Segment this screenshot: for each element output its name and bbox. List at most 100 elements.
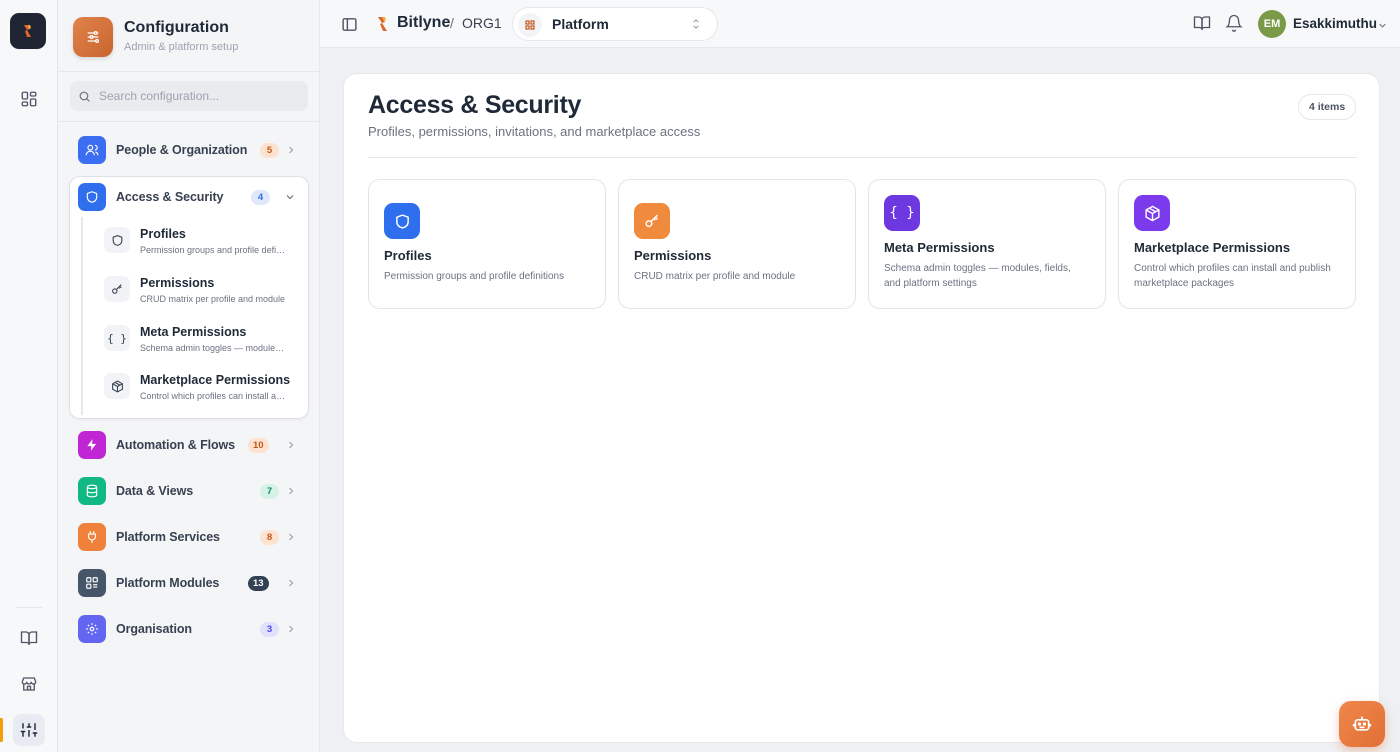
main-content: Access & Security Profiles, permissions,…: [343, 73, 1380, 743]
panel-divider: [58, 121, 320, 122]
assistant-bot-button[interactable]: [1339, 701, 1385, 747]
brand-name[interactable]: Bitlyne: [397, 14, 450, 32]
sliders-icon: [20, 723, 38, 737]
rail-divider: [16, 607, 42, 608]
layout-grid-icon: [21, 91, 37, 107]
shield-icon: [104, 227, 130, 253]
subitem-title: Profiles: [140, 227, 186, 241]
category-platform-modules[interactable]: Platform Modules 13: [70, 563, 308, 603]
category-people-organization[interactable]: People & Organization 5: [70, 130, 308, 170]
header-divider: [368, 157, 1357, 158]
subitem-meta-permissions[interactable]: { } Meta Permissions Schema admin toggle…: [90, 315, 300, 359]
category-count-badge: 8: [260, 530, 279, 545]
category-organisation[interactable]: Organisation 3: [70, 609, 308, 649]
configuration-icon: [73, 17, 113, 57]
chevron-right-icon: [280, 526, 302, 548]
app-selector[interactable]: Platform: [512, 7, 718, 41]
docs-button[interactable]: [1193, 14, 1211, 37]
category-label: Access & Security: [116, 190, 224, 204]
top-bar: Bitlyne / ORG1 Platform EM Esakkimuthu: [320, 0, 1400, 48]
sidebar-toggle-button[interactable]: [339, 14, 359, 34]
category-automation-flows[interactable]: Automation & Flows 10: [70, 425, 308, 465]
bitlyne-logo-icon: [375, 15, 391, 38]
category-access-security[interactable]: Access & Security 4: [70, 177, 308, 217]
card-meta-permissions[interactable]: { } Meta Permissions Schema admin toggle…: [868, 179, 1106, 309]
panel-title: Configuration: [124, 19, 229, 36]
user-name[interactable]: Esakkimuthu: [1293, 16, 1377, 31]
card-description: CRUD matrix per profile and module: [634, 271, 796, 282]
chevron-right-icon: [280, 139, 302, 161]
key-icon: [634, 203, 670, 239]
rail-store-button[interactable]: [13, 668, 45, 700]
chevron-down-icon[interactable]: [279, 186, 301, 208]
category-platform-services[interactable]: Platform Services 8: [70, 517, 308, 557]
card-marketplace-permissions[interactable]: Marketplace Permissions Control which pr…: [1118, 179, 1356, 309]
store-icon: [21, 677, 37, 691]
bot-icon: [1352, 716, 1372, 731]
database-icon: [78, 477, 106, 505]
braces-icon: { }: [884, 195, 920, 231]
book-open-icon: [1193, 16, 1211, 30]
avatar[interactable]: EM: [1258, 10, 1286, 38]
bell-icon: [1225, 14, 1243, 32]
card-title: Marketplace Permissions: [1134, 240, 1291, 255]
category-label: Platform Services: [116, 530, 220, 544]
subitem-title: Permissions: [140, 276, 215, 290]
package-icon: [1134, 195, 1170, 231]
shield-icon: [78, 183, 106, 211]
search-icon: [79, 91, 90, 102]
rail-docs-button[interactable]: [13, 622, 45, 654]
card-title: Meta Permissions: [884, 240, 995, 255]
rail-configuration-button[interactable]: [13, 714, 45, 746]
breadcrumb-separator: /: [450, 15, 454, 31]
page-title: Access & Security: [368, 91, 582, 119]
app-logo[interactable]: [10, 13, 46, 49]
card-title: Profiles: [384, 248, 432, 263]
gear-icon: [78, 615, 106, 643]
category-label: Organisation: [116, 622, 192, 636]
subitem-profiles[interactable]: Profiles Permission groups and profile d…: [90, 217, 300, 261]
book-open-icon: [20, 631, 38, 645]
grid-icon: [78, 569, 106, 597]
category-label: Platform Modules: [116, 576, 220, 590]
chevron-right-icon: [280, 572, 302, 594]
panel-subtitle: Admin & platform setup: [124, 41, 239, 53]
card-description: Schema admin toggles — modules, fields, …: [884, 263, 1071, 289]
app-selector-value: Platform: [552, 16, 609, 32]
card-profiles[interactable]: Profiles Permission groups and profile d…: [368, 179, 606, 309]
category-count-badge: 13: [248, 576, 269, 591]
subitem-description: Schema admin toggles — modules, fields, …: [140, 343, 288, 353]
panel-left-icon: [341, 17, 357, 31]
configuration-panel: Configuration Admin & platform setup Peo…: [58, 0, 320, 752]
subitem-description: Control which profiles can install and p…: [140, 391, 288, 401]
category-count-badge: 3: [260, 622, 279, 637]
items-count-badge: 4 items: [1298, 94, 1357, 120]
package-icon: [104, 373, 130, 399]
panel-header: Configuration Admin & platform setup: [58, 0, 320, 72]
search-input[interactable]: [99, 89, 289, 103]
braces-icon: { }: [104, 325, 130, 351]
chevron-right-icon: [280, 434, 302, 456]
card-title: Permissions: [634, 248, 712, 263]
category-data-views[interactable]: Data & Views 7: [70, 471, 308, 511]
key-icon: [104, 276, 130, 302]
app-grid-icon: [518, 13, 542, 37]
rail-dashboard-button[interactable]: [13, 83, 45, 115]
subitem-marketplace-permissions[interactable]: Marketplace Permissions Control which pr…: [90, 363, 300, 407]
chevron-up-down-icon: [689, 17, 703, 36]
chevron-down-icon[interactable]: [1377, 18, 1388, 36]
bitlyne-logo-icon: [24, 25, 31, 37]
notifications-button[interactable]: [1225, 14, 1243, 37]
page-subtitle: Profiles, permissions, invitations, and …: [368, 124, 701, 139]
org-name[interactable]: ORG1: [462, 15, 502, 31]
category-label: Data & Views: [116, 484, 194, 498]
card-permissions[interactable]: Permissions CRUD matrix per profile and …: [618, 179, 856, 309]
chevron-right-icon: [280, 480, 302, 502]
category-count-badge: 5: [260, 143, 279, 158]
plug-icon: [78, 523, 106, 551]
active-indicator: [0, 718, 3, 742]
subitem-permissions[interactable]: Permissions CRUD matrix per profile and …: [90, 266, 300, 310]
category-label: People & Organization: [116, 143, 248, 157]
card-description: Control which profiles can install and p…: [1134, 263, 1331, 289]
configuration-search[interactable]: [70, 81, 308, 111]
